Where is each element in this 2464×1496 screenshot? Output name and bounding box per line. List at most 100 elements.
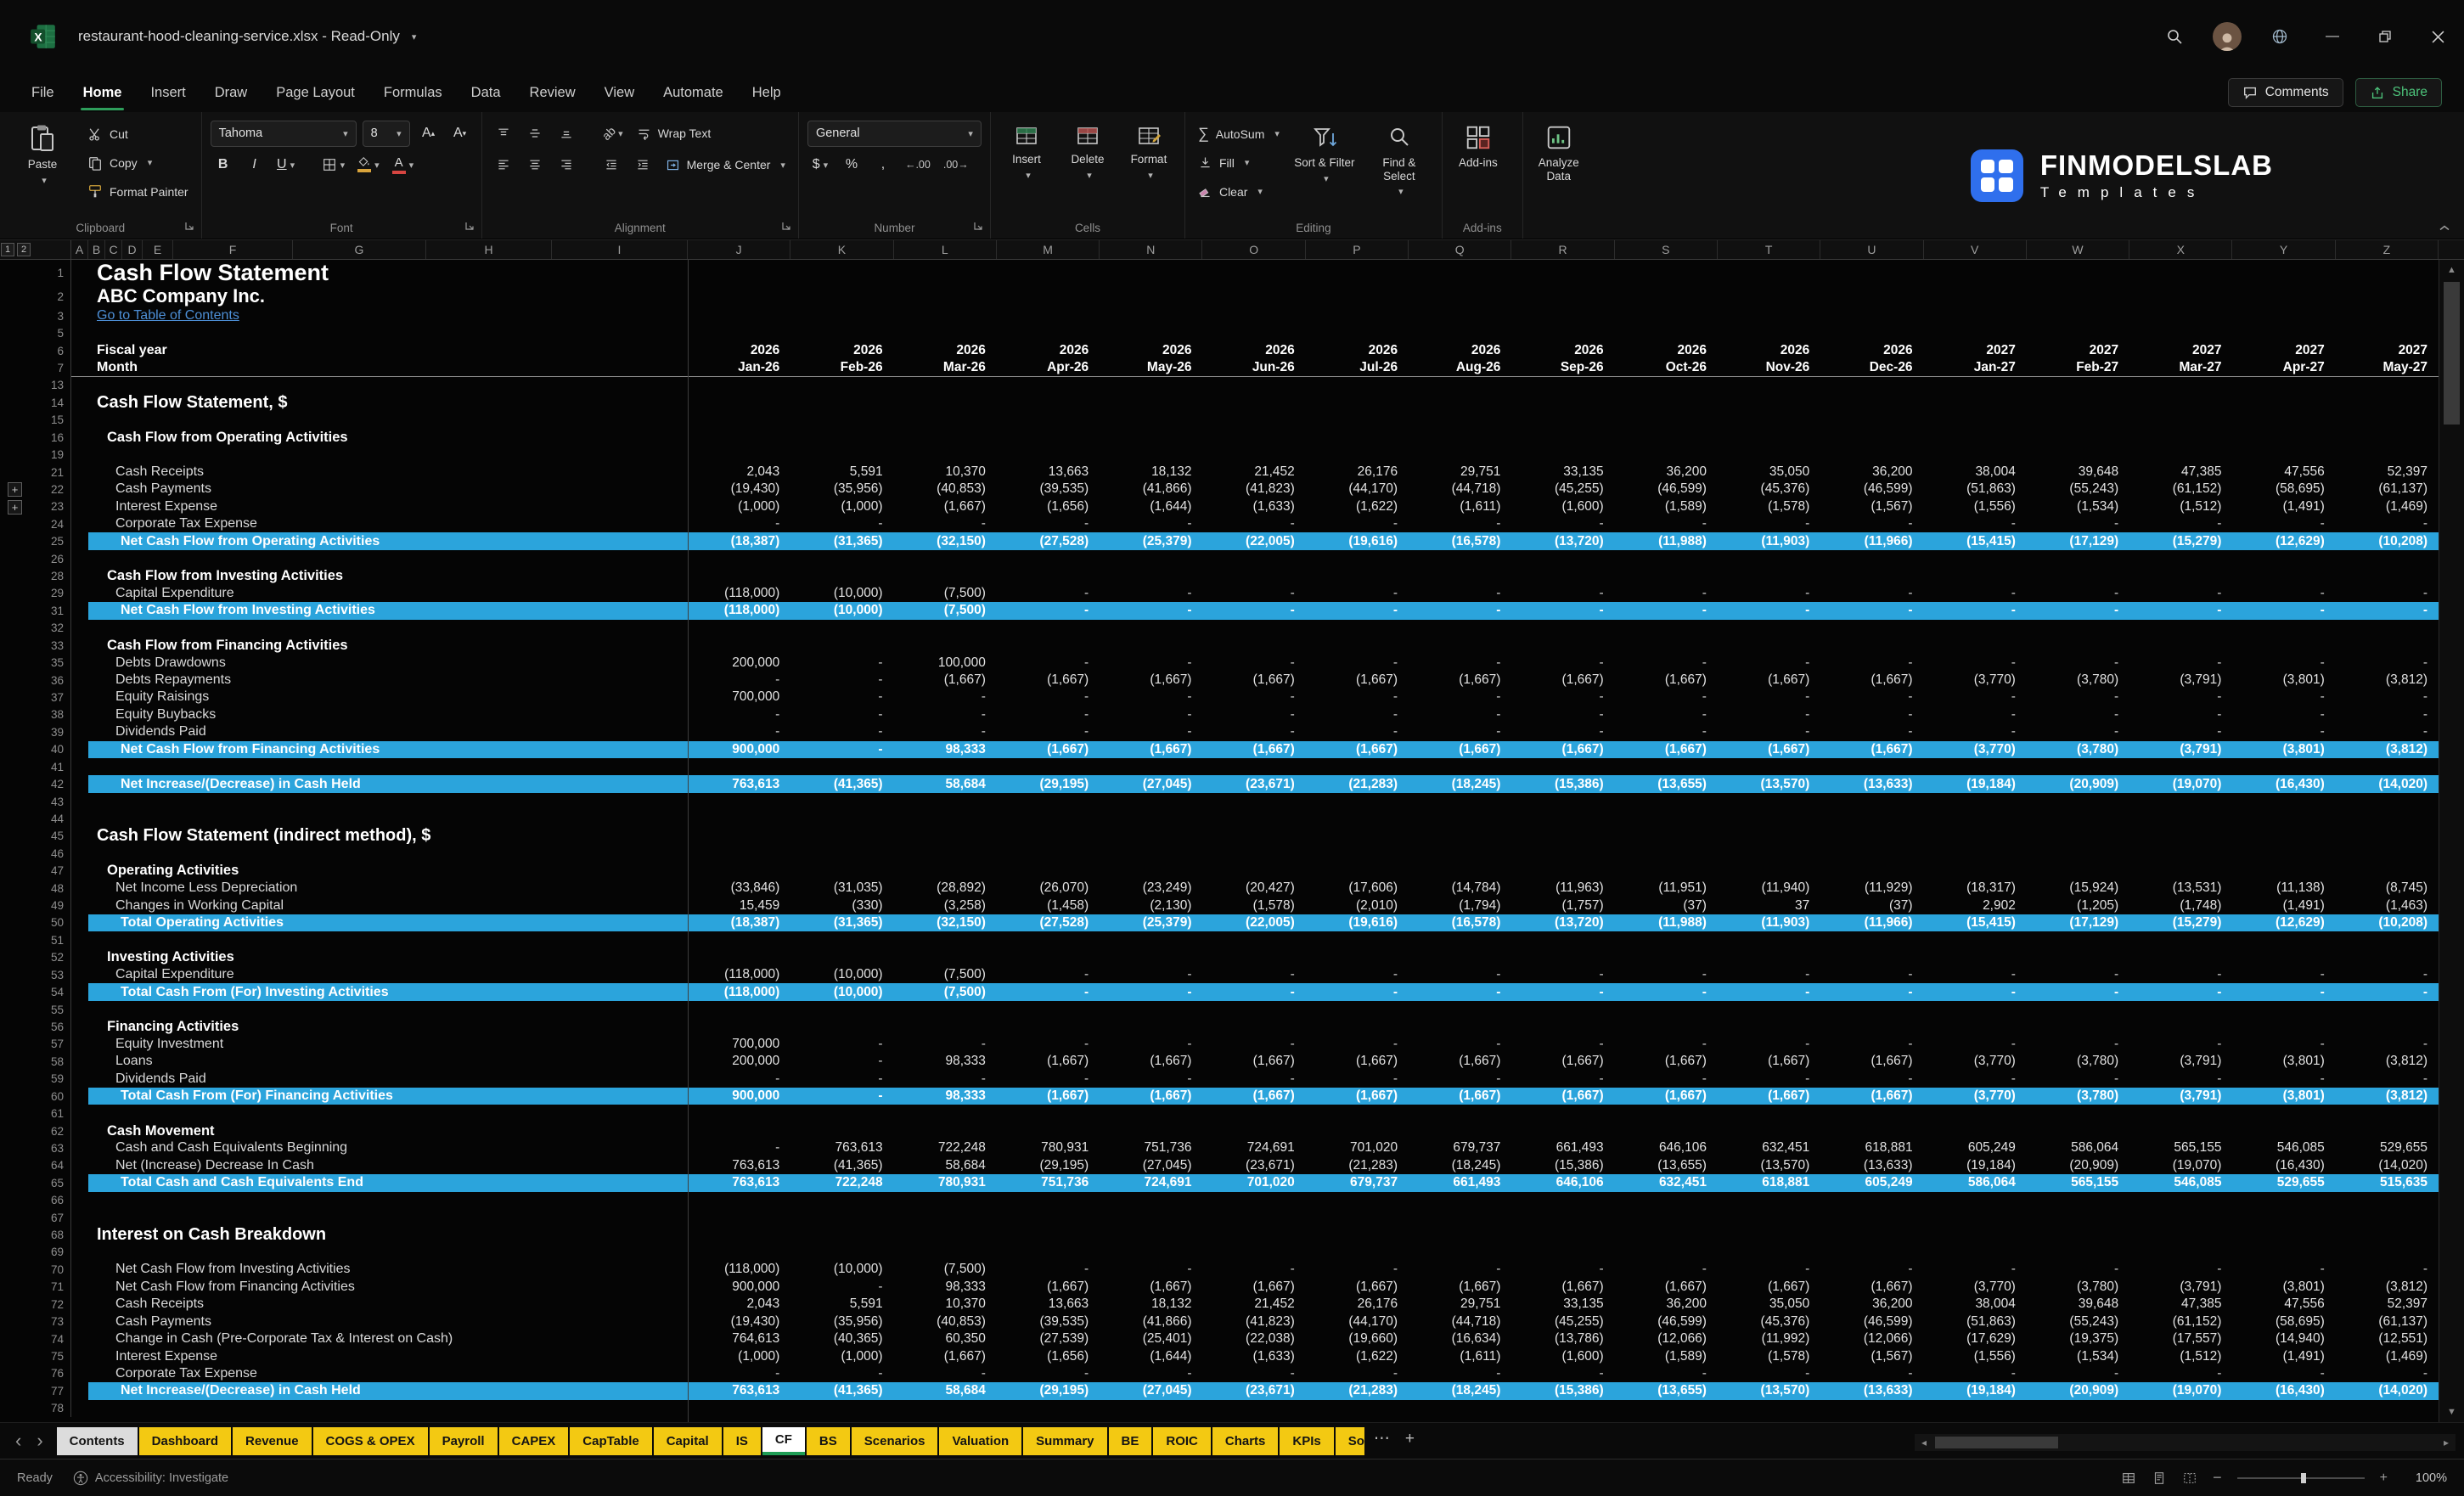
cell[interactable]: 679,737	[1306, 1174, 1409, 1191]
cell[interactable]: -	[1100, 654, 1202, 671]
cell[interactable]: -	[1615, 1071, 1718, 1088]
cell[interactable]: -	[1409, 585, 1511, 602]
cell[interactable]: 36,200	[1615, 464, 1718, 481]
borders-button[interactable]: ▾	[318, 152, 349, 177]
cell[interactable]: 2026	[894, 342, 997, 359]
cell[interactable]: -	[1615, 602, 1718, 619]
cell[interactable]: (7,500)	[894, 966, 997, 983]
row-number-45[interactable]: 45	[31, 828, 71, 845]
cell[interactable]: (18,245)	[1409, 1157, 1511, 1174]
row-number-74[interactable]: 74	[31, 1330, 71, 1347]
cell[interactable]: 98,333	[894, 741, 997, 758]
cell[interactable]: (22,005)	[1202, 914, 1305, 931]
cell[interactable]: -	[2336, 585, 2439, 602]
cell[interactable]: (19,430)	[688, 481, 790, 498]
cell[interactable]: (3,812)	[2336, 1053, 2439, 1070]
cell[interactable]: -	[1100, 585, 1202, 602]
cell[interactable]: 632,451	[1718, 1139, 1820, 1156]
cell[interactable]: (46,599)	[1820, 481, 1923, 498]
cell[interactable]: 763,613	[688, 1157, 790, 1174]
cell[interactable]: (1,622)	[1306, 498, 1409, 515]
row-label[interactable]: Cash Flow from Operating Activities	[88, 429, 688, 446]
cell[interactable]: (11,963)	[1511, 880, 1614, 897]
cell[interactable]: 529,655	[2336, 1139, 2439, 1156]
menu-review[interactable]: Review	[515, 73, 590, 112]
italic-button[interactable]: I	[242, 152, 267, 177]
cell[interactable]: -	[1511, 1071, 1614, 1088]
cell[interactable]: -	[997, 706, 1100, 723]
cell[interactable]: May-27	[2336, 359, 2439, 376]
cell[interactable]: -	[1924, 689, 2027, 706]
row-number-21[interactable]: 21	[31, 464, 71, 481]
cell[interactable]: 722,248	[894, 1139, 997, 1156]
normal-view-button[interactable]	[2121, 1471, 2136, 1486]
cell[interactable]: (1,667)	[1306, 1088, 1409, 1105]
cell[interactable]: -	[1100, 1365, 1202, 1382]
column-header-l[interactable]: L	[894, 240, 997, 259]
row-number-7[interactable]: 7	[31, 359, 71, 376]
cell[interactable]: -	[2336, 966, 2439, 983]
cell[interactable]: (29,195)	[997, 775, 1100, 792]
column-header-u[interactable]: U	[1820, 240, 1923, 259]
row-number-25[interactable]: 25	[31, 532, 71, 549]
cell[interactable]: (55,243)	[2027, 1313, 2129, 1330]
cell[interactable]: -	[997, 1365, 1100, 1382]
vertical-scrollbar[interactable]: ▲ ▼	[2439, 260, 2464, 1422]
cell[interactable]: -	[2129, 966, 2232, 983]
cell[interactable]: (41,365)	[790, 1157, 893, 1174]
align-right-button[interactable]	[554, 152, 579, 177]
cell[interactable]: -	[1718, 515, 1820, 532]
row-number-3[interactable]: 3	[31, 307, 71, 324]
row-label[interactable]: Cash Flow from Financing Activities	[88, 637, 688, 654]
cell[interactable]: (31,035)	[790, 880, 893, 897]
cell[interactable]: (2,130)	[1100, 897, 1202, 914]
cell[interactable]: 38,004	[1924, 464, 2027, 481]
cell[interactable]: -	[1820, 983, 1923, 1000]
cell[interactable]: (46,599)	[1615, 481, 1718, 498]
column-header-n[interactable]: N	[1100, 240, 1202, 259]
cell[interactable]: -	[2336, 1071, 2439, 1088]
menu-formulas[interactable]: Formulas	[369, 73, 457, 112]
cell[interactable]: 2,043	[688, 464, 790, 481]
cell[interactable]: -	[2336, 1261, 2439, 1278]
align-top-button[interactable]	[491, 121, 516, 146]
row-number-75[interactable]: 75	[31, 1347, 71, 1364]
cell[interactable]: -	[2027, 654, 2129, 671]
cell[interactable]: 2026	[1718, 342, 1820, 359]
cell[interactable]: 33,135	[1511, 1296, 1614, 1313]
cell[interactable]: -	[1409, 983, 1511, 1000]
cell[interactable]: -	[1924, 1261, 2027, 1278]
cell[interactable]: -	[2232, 1071, 2335, 1088]
cell[interactable]: (1,589)	[1615, 1347, 1718, 1364]
underline-button[interactable]: U▾	[273, 152, 299, 177]
row-number-48[interactable]: 48	[31, 880, 71, 897]
cell[interactable]: (19,660)	[1306, 1330, 1409, 1347]
row-number-13[interactable]: 13	[31, 377, 71, 394]
cell[interactable]: -	[790, 706, 893, 723]
cell[interactable]: 13,663	[997, 464, 1100, 481]
cell[interactable]: 2,043	[688, 1296, 790, 1313]
cell[interactable]: 2026	[790, 342, 893, 359]
cell[interactable]: (13,655)	[1615, 1157, 1718, 1174]
cell[interactable]: (3,801)	[2232, 672, 2335, 689]
cell[interactable]: -	[1100, 1071, 1202, 1088]
column-header-x[interactable]: X	[2129, 240, 2232, 259]
cell[interactable]: -	[1202, 654, 1305, 671]
cell[interactable]: 2026	[1100, 342, 1202, 359]
cell[interactable]: (1,667)	[1820, 1053, 1923, 1070]
cell[interactable]: (1,667)	[997, 1279, 1100, 1296]
alignment-dialog-launcher[interactable]	[781, 221, 791, 231]
cell[interactable]: -	[1718, 706, 1820, 723]
row-label[interactable]: Change in Cash (Pre-Corporate Tax & Inte…	[88, 1330, 688, 1347]
cell[interactable]: -	[1924, 1071, 2027, 1088]
cell[interactable]: 661,493	[1409, 1174, 1511, 1191]
cell[interactable]: -	[2232, 1365, 2335, 1382]
cell[interactable]: -	[1409, 602, 1511, 619]
cell[interactable]: (22,038)	[1202, 1330, 1305, 1347]
cell[interactable]: (32,150)	[894, 914, 997, 931]
cell[interactable]: (3,791)	[2129, 741, 2232, 758]
cell[interactable]: -	[997, 689, 1100, 706]
cell[interactable]: -	[2027, 1071, 2129, 1088]
cell[interactable]: (17,129)	[2027, 914, 2129, 931]
cell[interactable]: (12,551)	[2336, 1330, 2439, 1347]
